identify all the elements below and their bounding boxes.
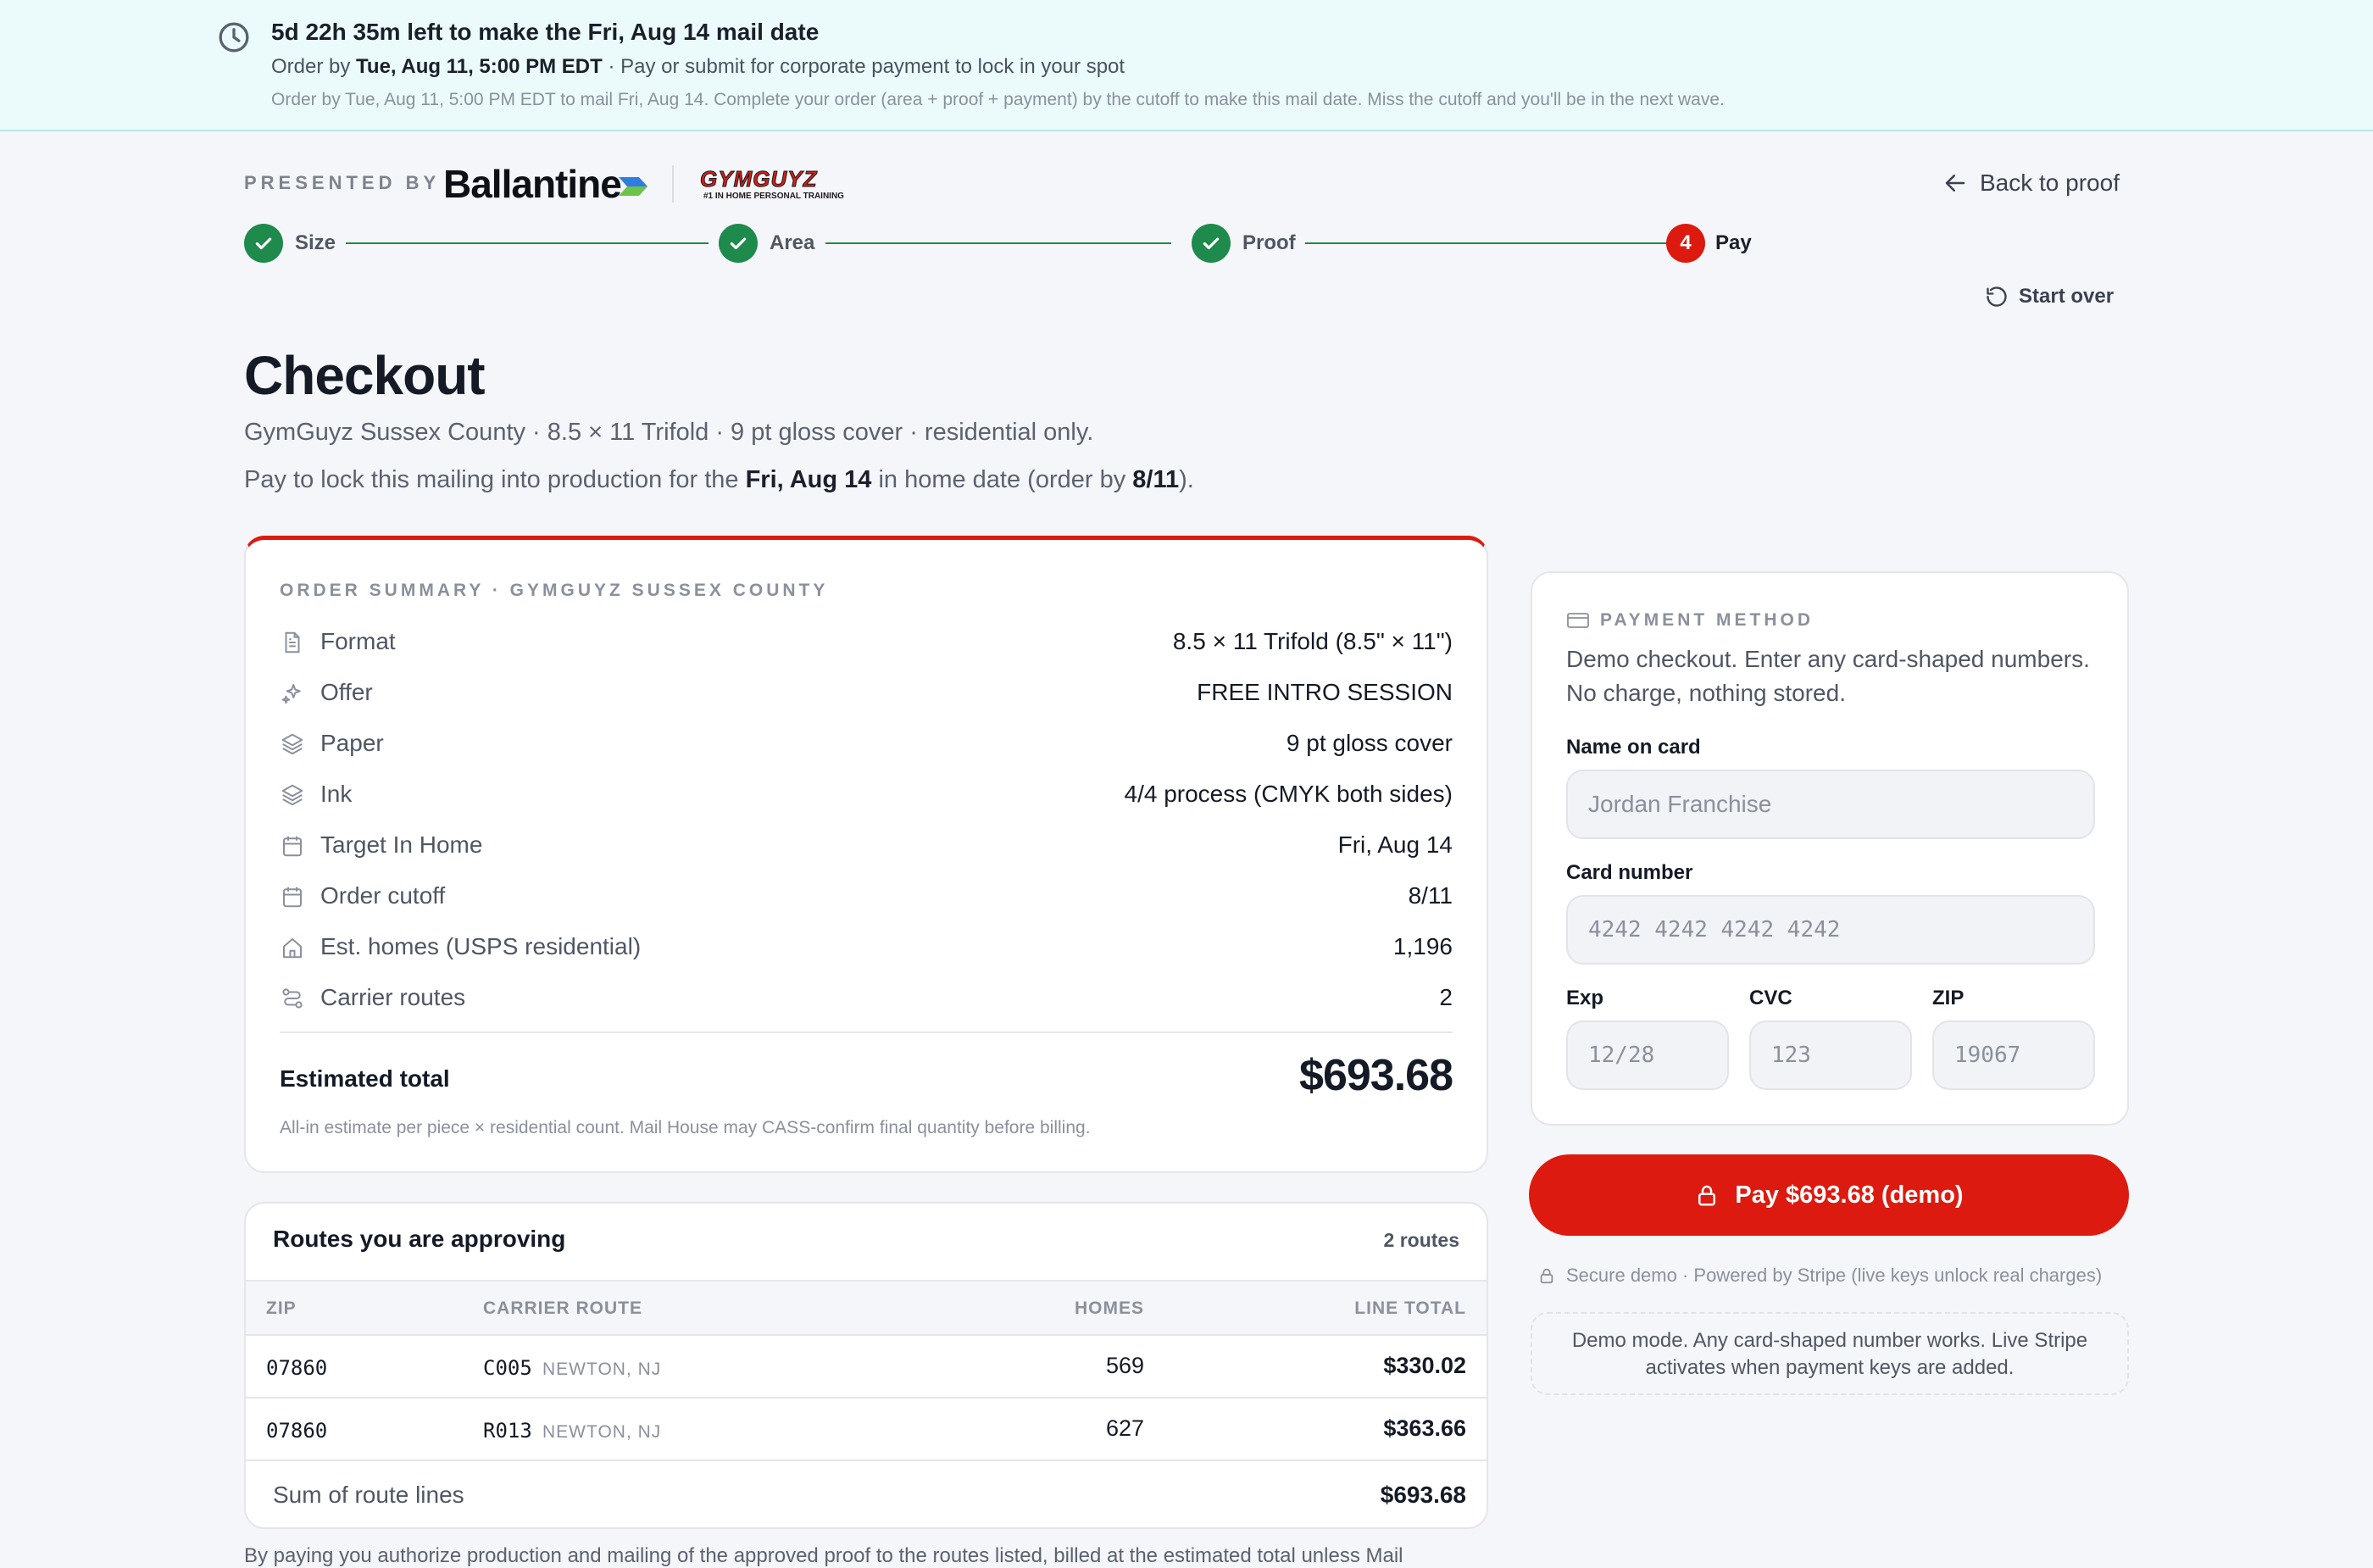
step-pay-number: 4 [1666,224,1705,263]
authorization-footnote: By paying you authorize production and m… [244,1544,1403,1567]
summary-divider [280,1031,1453,1033]
calendar-icon [283,887,302,908]
step-pay-label: Pay [1715,231,1752,254]
step-proof-label[interactable]: Proof [1242,231,1296,255]
calendar-icon [283,836,302,857]
step-proof-check-icon[interactable] [1192,224,1231,263]
deadline-order-by: Order by Tue, Aug 11, 5:00 PM EDT · Pay … [271,55,1125,78]
route-icon [282,988,303,1009]
arrow-left-icon [1945,175,1965,192]
name-on-card-label: Name on card [1566,736,1701,759]
document-icon [285,631,300,653]
zip-input[interactable] [1932,1020,2095,1090]
step-area-label[interactable]: Area [770,231,814,255]
gymguyz-logo: GYMGUYZ #1 IN HOME PERSONAL TRAINING [699,166,844,202]
lock-icon [1698,1185,1716,1206]
ballantine-chevron-icon [619,177,647,196]
logo-divider [672,165,674,203]
summary-row-offer: Offer FREE INTRO SESSION [280,676,1453,709]
cvc-label: CVC [1749,987,1792,1009]
layers-icon [281,733,303,755]
payment-description: Demo checkout. Enter any card-shaped num… [1566,646,2090,706]
estimated-total-label: Estimated total [280,1065,450,1092]
cvc-input[interactable] [1749,1020,1912,1090]
column-header-line-total: LINE TOTAL [1354,1298,1466,1318]
routes-sum-row: Sum of route lines $693.68 [246,1460,1487,1527]
deadline-details: Order by Tue, Aug 11, 5:00 PM EDT to mai… [271,90,1725,109]
step-connector [346,242,709,244]
sparkle-icon [281,684,301,704]
payment-method-eyebrow: PAYMENT METHOD [1600,610,1814,630]
order-subtitle: GymGuyz Sussex County · 8.5 × 11 Trifold… [244,419,1094,446]
credit-card-icon [1567,613,1589,628]
summary-row-format: Format 8.5 × 11 Trifold (8.5" × 11") [280,625,1453,659]
step-connector [825,242,1171,244]
page-title: Checkout [244,345,486,406]
estimated-total-value: $693.68 [1299,1051,1453,1100]
layers-icon [281,784,303,806]
name-on-card-input[interactable] [1566,770,2095,839]
summary-row-carrier-routes: Carrier routes 2 [280,981,1453,1015]
card-number-input[interactable] [1566,895,2095,965]
table-row: 07860 R013 NEWTON, NJ 627 $363.66 [246,1397,1487,1460]
step-size-label[interactable]: Size [295,231,336,255]
start-over-button[interactable]: Start over [1985,285,2114,309]
ballantine-logo: Ballantine [443,162,622,206]
column-header-carrier-route: CARRIER ROUTE [483,1298,643,1318]
lock-mailing-note: Pay to lock this mailing into production… [244,466,1194,493]
secure-demo-note: Secure demo · Powered by Stripe (live ke… [1537,1265,2102,1287]
step-connector [1305,242,1666,244]
back-to-proof-link[interactable]: Back to proof [1942,170,2120,197]
routes-table-card: Routes you are approving 2 routes ZIP CA… [244,1202,1488,1529]
exp-label: Exp [1566,987,1604,1009]
lock-icon [1540,1268,1553,1284]
home-icon [283,938,302,959]
routes-count: 2 routes [1383,1229,1459,1251]
deadline-banner: 5d 22h 35m left to make the Fri, Aug 14 … [0,0,2373,131]
routes-title: Routes you are approving [273,1226,566,1252]
demo-mode-notice: Demo mode. Any card-shaped number works.… [1531,1312,2129,1395]
column-header-zip: ZIP [266,1298,297,1318]
clock-icon [219,22,249,53]
order-summary-eyebrow: ORDER SUMMARY · GYMGUYZ SUSSEX COUNTY [280,581,829,600]
card-number-label: Card number [1566,861,1693,884]
routes-table-header: ZIP CARRIER ROUTE HOMES LINE TOTAL [246,1280,1487,1334]
summary-row-ink: Ink 4/4 process (CMYK both sides) [280,777,1453,811]
deadline-title: 5d 22h 35m left to make the Fri, Aug 14 … [271,19,820,45]
summary-row-target-in-home: Target In Home Fri, Aug 14 [280,828,1453,862]
exp-input[interactable] [1566,1020,1729,1090]
step-size-check-icon[interactable] [244,224,283,263]
table-row: 07860 C005 NEWTON, NJ 569 $330.02 [246,1334,1487,1397]
column-header-homes: HOMES [1074,1298,1144,1318]
presented-by-label: PRESENTED BY [244,172,441,193]
estimate-note: All-in estimate per piece × residential … [280,1118,1091,1137]
pay-button[interactable]: Pay $693.68 (demo) [1529,1154,2129,1236]
restart-icon [1987,286,2007,307]
order-summary-card: ORDER SUMMARY · GYMGUYZ SUSSEX COUNTY Fo… [244,536,1488,1173]
step-area-check-icon[interactable] [719,224,758,263]
zip-label: ZIP [1932,987,1965,1009]
checkout-stepper: Size Area Proof 4 Pay [244,224,1753,264]
summary-row-est-homes: Est. homes (USPS residential) 1,196 [280,930,1453,964]
summary-row-paper: Paper 9 pt gloss cover [280,726,1453,760]
payment-method-card: PAYMENT METHOD Demo checkout. Enter any … [1531,571,2129,1126]
summary-row-order-cutoff: Order cutoff 8/11 [280,879,1453,913]
